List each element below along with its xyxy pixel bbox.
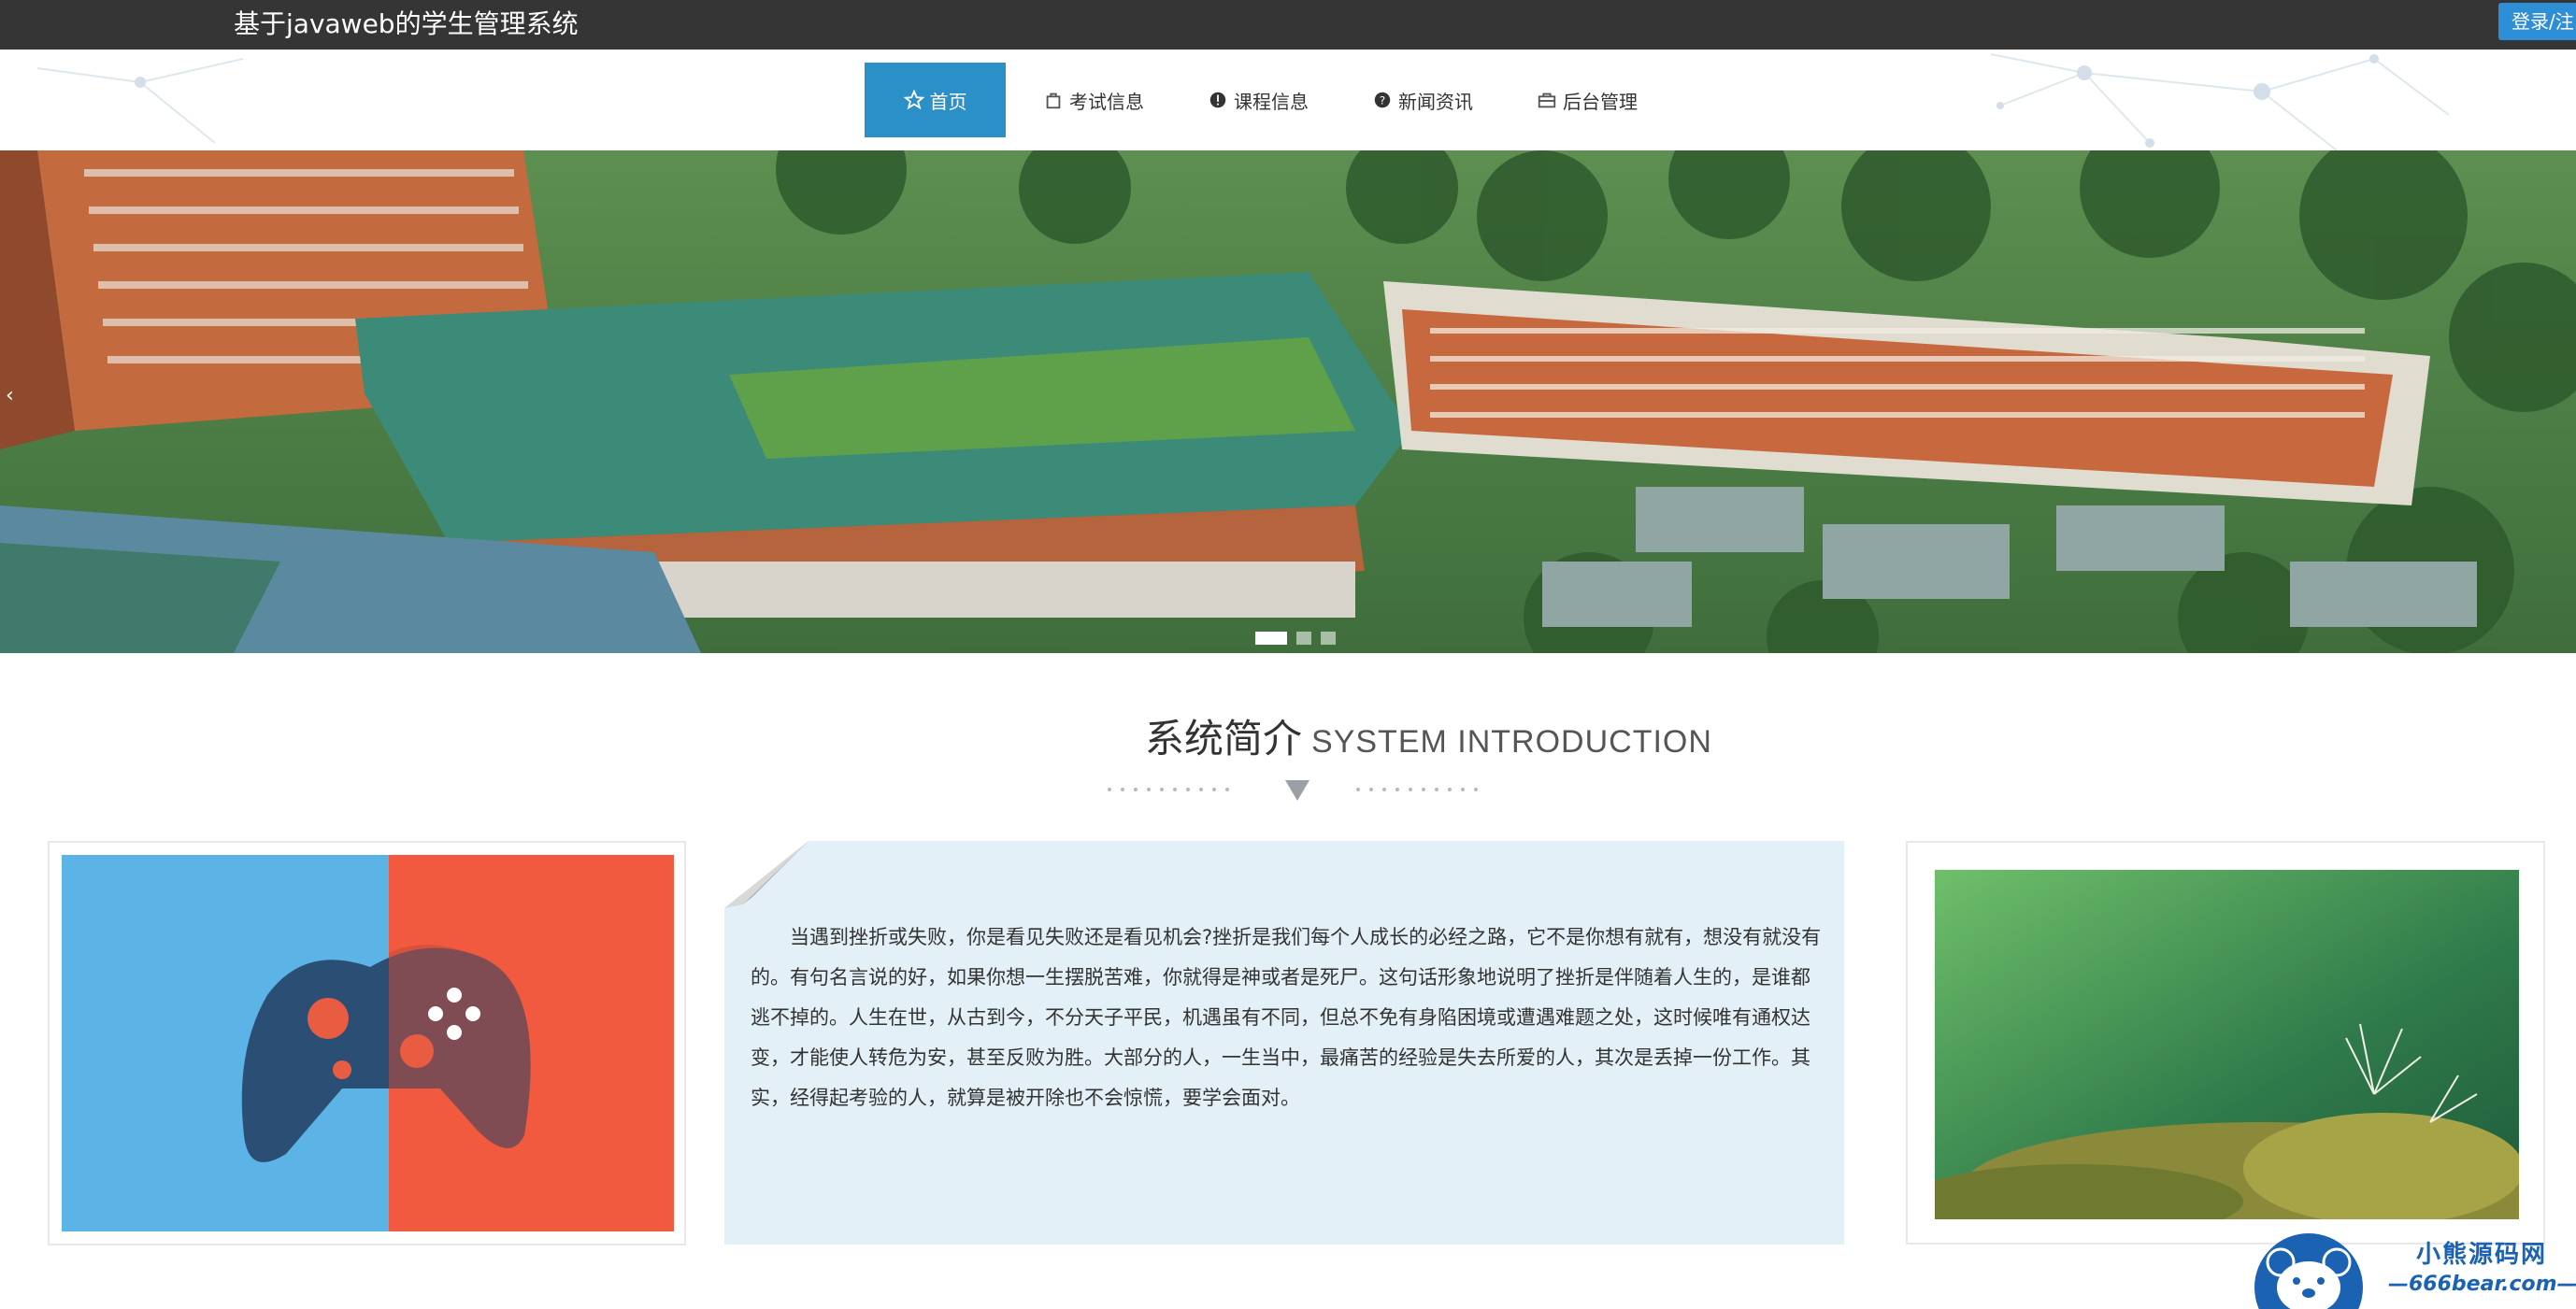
briefcase-icon xyxy=(1538,92,1556,108)
nav-item-home[interactable]: 首页 xyxy=(865,63,1006,137)
nav-item-news[interactable]: ? 新闻资讯 xyxy=(1340,63,1505,137)
exclamation-circle-icon xyxy=(1209,92,1226,108)
top-bar: 基于javaweb的学生管理系统 登录/注 xyxy=(0,0,2576,50)
login-button[interactable]: 登录/注 xyxy=(2498,3,2576,40)
nav-item-label: 课程信息 xyxy=(1234,90,1309,113)
section-divider xyxy=(1108,780,1478,801)
carousel-indicators xyxy=(1255,632,1336,645)
section-title: 系统简介 SYSTEM INTRODUCTION xyxy=(1145,707,1712,764)
watermark: 小熊源码网 —666bear.com— xyxy=(2248,1230,2576,1309)
banner-carousel[interactable]: ‹ xyxy=(0,150,2576,653)
gamepad-image xyxy=(62,855,674,1231)
nav-item-label: 新闻资讯 xyxy=(1398,90,1473,113)
section-title-cn: 系统简介 xyxy=(1145,716,1303,761)
nature-image xyxy=(1935,870,2519,1219)
nav-item-label: 考试信息 xyxy=(1069,90,1144,113)
carousel-dot-1[interactable] xyxy=(1255,632,1287,645)
nav-item-exam[interactable]: 考试信息 xyxy=(1011,63,1176,137)
image-card-right xyxy=(1906,841,2545,1245)
intro-card: 当遇到挫折或失败，你是看见失败还是看见机会?挫折是我们每个人成长的必经之路，它不… xyxy=(724,841,1844,1245)
nav-item-label: 首页 xyxy=(929,90,967,113)
star-icon xyxy=(903,90,924,110)
watermark-url: —666bear.com— xyxy=(2388,1273,2576,1296)
bear-logo-icon xyxy=(2254,1233,2363,1309)
carousel-dot-2[interactable] xyxy=(1296,632,1311,645)
question-circle-icon: ? xyxy=(1374,92,1391,108)
main-nav: 首页 考试信息 课程信息 ? 新闻资讯 后台管理 xyxy=(0,50,2576,150)
nav-list: 首页 考试信息 课程信息 ? 新闻资讯 后台管理 xyxy=(865,63,1669,137)
carousel-dot-3[interactable] xyxy=(1321,632,1336,645)
chevron-left-icon[interactable]: ‹ xyxy=(6,384,14,407)
section-title-en: SYSTEM INTRODUCTION xyxy=(1311,724,1712,760)
bag-icon xyxy=(1046,92,1061,109)
page-curl-decoration xyxy=(724,841,809,908)
intro-text: 当遇到挫折或失败，你是看见失败还是看见机会?挫折是我们每个人成长的必经之路，它不… xyxy=(751,926,1822,1109)
svg-text:?: ? xyxy=(1380,94,1385,107)
campus-image xyxy=(0,150,2576,653)
nav-item-admin[interactable]: 后台管理 xyxy=(1505,63,1669,137)
nav-item-course[interactable]: 课程信息 xyxy=(1176,63,1340,137)
site-title: 基于javaweb的学生管理系统 xyxy=(234,8,579,39)
image-card-left xyxy=(48,841,686,1245)
nav-item-label: 后台管理 xyxy=(1563,90,1638,113)
watermark-name: 小熊源码网 xyxy=(2416,1241,2548,1269)
